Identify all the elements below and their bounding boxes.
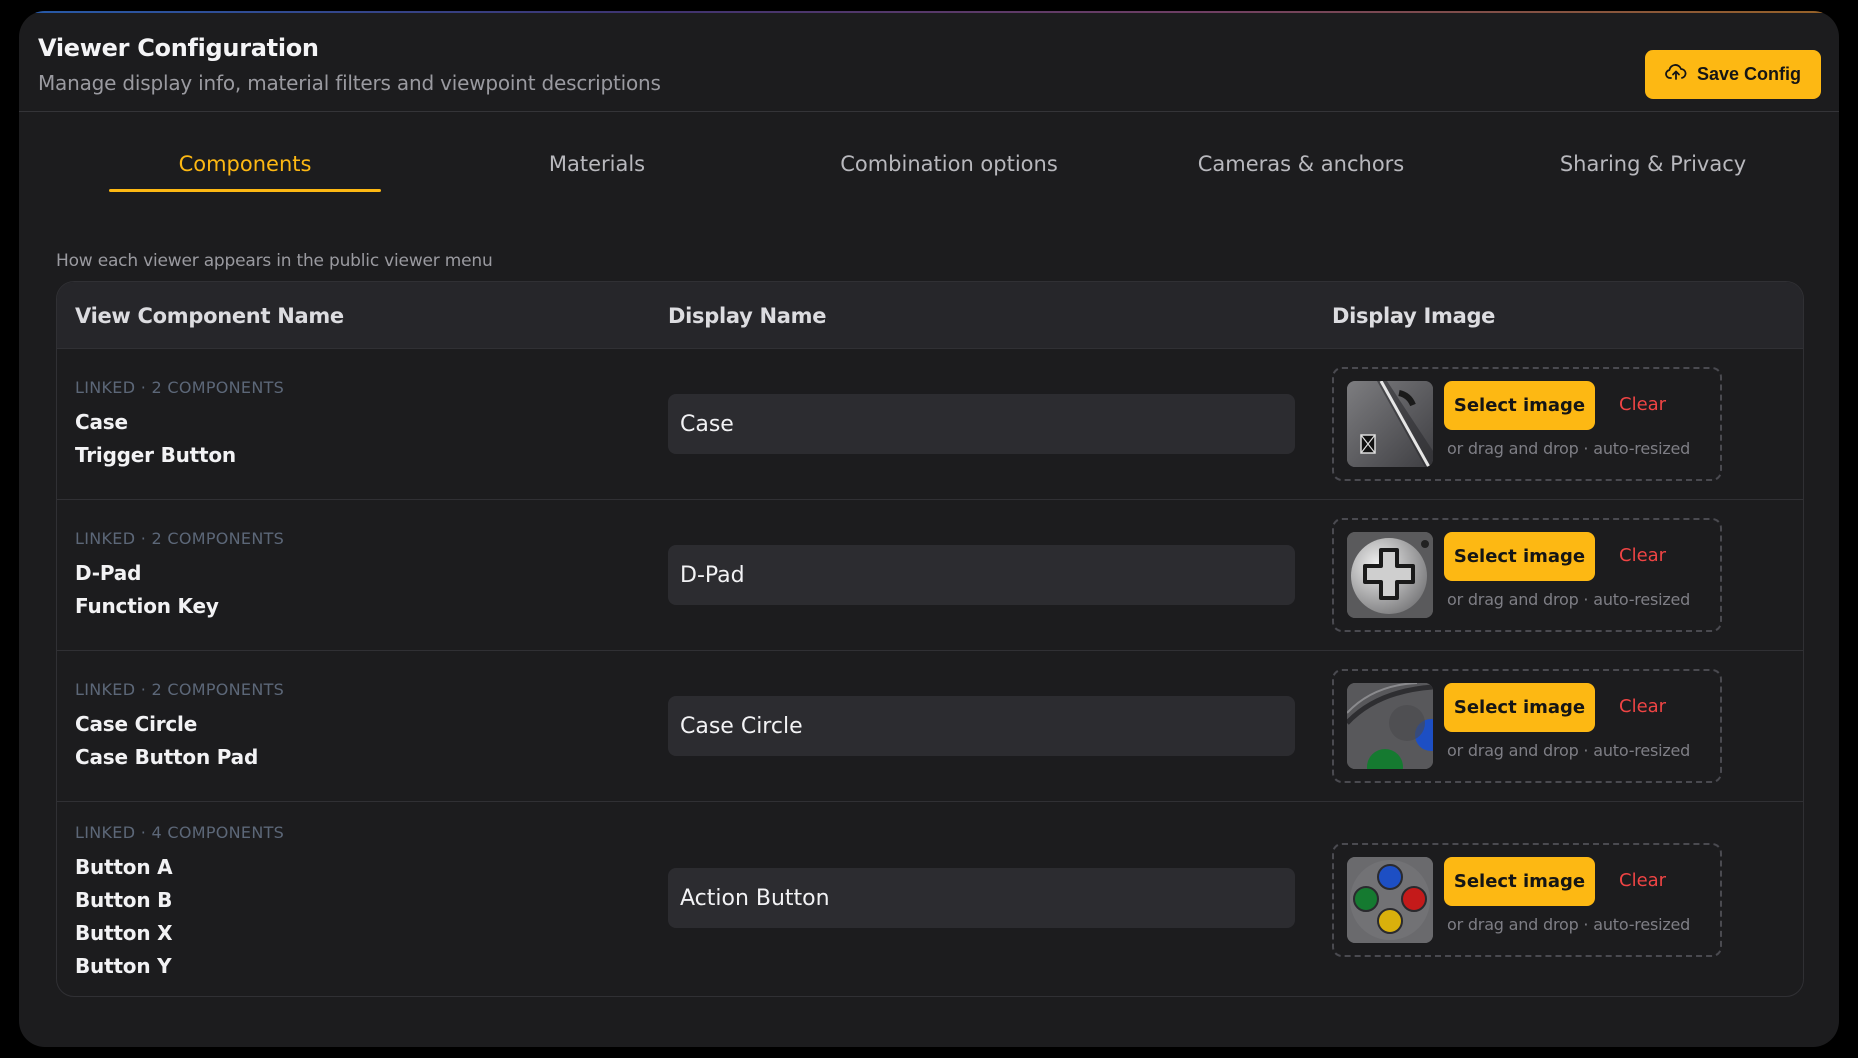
tab-label: Components (178, 152, 312, 176)
column-header: Display Name (668, 304, 827, 328)
select-image-button[interactable]: Select image (1444, 857, 1595, 906)
component-name: Case Circle (75, 712, 198, 736)
save-config-button[interactable]: Save Config (1645, 50, 1821, 99)
column-header: Display Image (1332, 304, 1496, 328)
page-subtitle: Manage display info, material filters an… (38, 71, 661, 95)
linked-count: LINKED · 2 COMPONENTS (75, 529, 285, 548)
tab-label: Sharing & Privacy (1559, 152, 1747, 176)
save-config-label: Save Config (1696, 64, 1802, 84)
component-name: Button Y (75, 954, 172, 978)
dropzone-hint: or drag and drop · auto-resized (1447, 439, 1691, 458)
case-thumbnail (1347, 381, 1433, 467)
image-dropzone[interactable]: Select image Clear or drag and drop · au… (1332, 367, 1722, 481)
linked-count: LINKED · 4 COMPONENTS (75, 823, 285, 842)
display-name-input[interactable] (668, 696, 1295, 756)
tab-components[interactable]: Components (109, 145, 381, 192)
case-circle-thumbnail (1347, 683, 1433, 769)
tab-label: Combination options (840, 152, 1058, 176)
cloud-upload-icon (1665, 63, 1687, 86)
tab-sharing-privacy[interactable]: Sharing & Privacy (1517, 145, 1789, 192)
linked-count: LINKED · 2 COMPONENTS (75, 378, 285, 397)
table-row: LINKED · 2 COMPONENTS Case Trigger Butto… (57, 349, 1803, 500)
components-table: View Component Name Display Name Display… (56, 281, 1804, 997)
panel-header: Viewer Configuration Manage display info… (19, 11, 1839, 112)
tab-cameras-anchors[interactable]: Cameras & anchors (1165, 145, 1437, 192)
page-title: Viewer Configuration (38, 34, 319, 62)
clear-image-button[interactable]: Clear (1619, 870, 1666, 891)
tab-label: Materials (548, 152, 646, 176)
viewer-config-panel: Viewer Configuration Manage display info… (19, 11, 1839, 1047)
display-name-input[interactable] (668, 394, 1295, 454)
component-name: Button X (75, 921, 173, 945)
action-buttons-thumbnail (1347, 857, 1433, 943)
display-name-input[interactable] (668, 868, 1295, 928)
dropzone-hint: or drag and drop · auto-resized (1447, 915, 1691, 934)
image-dropzone[interactable]: Select image Clear or drag and drop · au… (1332, 518, 1722, 632)
component-name: Case (75, 410, 128, 434)
column-header: View Component Name (75, 304, 344, 328)
dropzone-hint: or drag and drop · auto-resized (1447, 741, 1691, 760)
component-name: Case Button Pad (75, 745, 259, 769)
clear-image-button[interactable]: Clear (1619, 394, 1666, 415)
tab-combination-options[interactable]: Combination options (813, 145, 1085, 192)
clear-image-button[interactable]: Clear (1619, 545, 1666, 566)
component-name: D-Pad (75, 561, 142, 585)
component-name: Button B (75, 888, 173, 912)
dropzone-hint: or drag and drop · auto-resized (1447, 590, 1691, 609)
display-name-input[interactable] (668, 545, 1295, 605)
table-row: LINKED · 4 COMPONENTS Button A Button B … (57, 802, 1803, 996)
dpad-thumbnail (1347, 532, 1433, 618)
table-row: LINKED · 2 COMPONENTS Case Circle Case B… (57, 651, 1803, 802)
select-image-button[interactable]: Select image (1444, 381, 1595, 430)
image-dropzone[interactable]: Select image Clear or drag and drop · au… (1332, 843, 1722, 957)
clear-image-button[interactable]: Clear (1619, 696, 1666, 717)
select-image-button[interactable]: Select image (1444, 683, 1595, 732)
linked-count: LINKED · 2 COMPONENTS (75, 680, 285, 699)
table-row: LINKED · 2 COMPONENTS D-Pad Function Key… (57, 500, 1803, 651)
tab-label: Cameras & anchors (1197, 152, 1405, 176)
section-description: How each viewer appears in the public vi… (56, 251, 493, 271)
image-dropzone[interactable]: Select image Clear or drag and drop · au… (1332, 669, 1722, 783)
select-image-button[interactable]: Select image (1444, 532, 1595, 581)
table-header: View Component Name Display Name Display… (57, 282, 1803, 349)
component-name: Function Key (75, 594, 219, 618)
component-name: Trigger Button (75, 443, 236, 467)
tab-bar: Components Materials Combination options… (89, 145, 1839, 192)
tab-materials[interactable]: Materials (461, 145, 733, 192)
component-name: Button A (75, 855, 173, 879)
